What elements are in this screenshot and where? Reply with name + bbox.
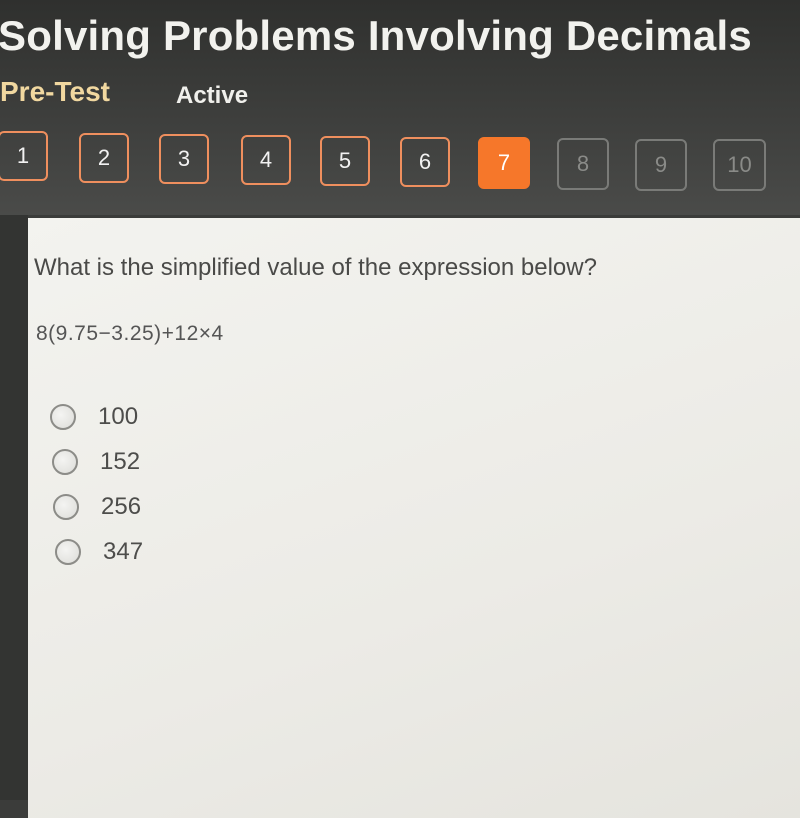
question-button-10[interactable]: 10: [713, 139, 766, 191]
answer-option[interactable]: 347: [55, 529, 143, 574]
answer-label: 100: [98, 402, 139, 430]
answer-option[interactable]: 256: [53, 484, 143, 529]
radio-button-icon[interactable]: [50, 403, 76, 430]
question-button-5[interactable]: 5: [320, 136, 370, 186]
radio-button-icon[interactable]: [52, 448, 78, 475]
question-prompt: What is the simplified value of the expr…: [34, 254, 597, 281]
question-number: 10: [727, 152, 752, 177]
question-panel: What is the simplified value of the expr…: [28, 218, 800, 818]
answer-option[interactable]: 152: [52, 439, 143, 484]
question-button-4[interactable]: 4: [241, 135, 291, 185]
question-number: 3: [177, 146, 191, 171]
question-button-6[interactable]: 6: [400, 137, 450, 187]
question-number: 4: [259, 147, 273, 172]
question-number: 5: [338, 148, 352, 173]
page-title: Solving Problems Involving Decimals: [0, 12, 752, 59]
test-type-label: Pre-Test: [0, 76, 110, 107]
question-number: 6: [418, 149, 432, 174]
answer-label: 256: [101, 492, 142, 520]
radio-button-icon[interactable]: [55, 538, 81, 565]
answer-option[interactable]: 100: [50, 394, 143, 439]
question-navigation: 1 2 3 4 5 6 7 8 9 10: [0, 127, 800, 191]
question-button-2[interactable]: 2: [79, 133, 129, 183]
question-number: 2: [97, 145, 111, 170]
question-button-3[interactable]: 3: [159, 134, 209, 184]
answer-label: 152: [100, 447, 141, 475]
question-button-7[interactable]: 7: [478, 137, 530, 189]
question-number: 7: [497, 150, 511, 175]
math-expression: 8(9.75−3.25)+12×4: [36, 322, 224, 345]
status-label: Active: [176, 82, 249, 109]
question-button-9[interactable]: 9: [635, 139, 687, 191]
question-number: 1: [16, 143, 30, 168]
question-number: 9: [654, 152, 668, 177]
question-number: 8: [576, 151, 590, 176]
header: Solving Problems Involving Decimals Pre-…: [0, 0, 800, 215]
left-bezel: [0, 215, 28, 800]
answer-label: 347: [103, 537, 144, 565]
answer-options: 100 152 256 347: [50, 394, 143, 574]
question-button-1[interactable]: 1: [0, 131, 48, 181]
radio-button-icon[interactable]: [53, 493, 79, 520]
question-button-8[interactable]: 8: [557, 138, 609, 190]
